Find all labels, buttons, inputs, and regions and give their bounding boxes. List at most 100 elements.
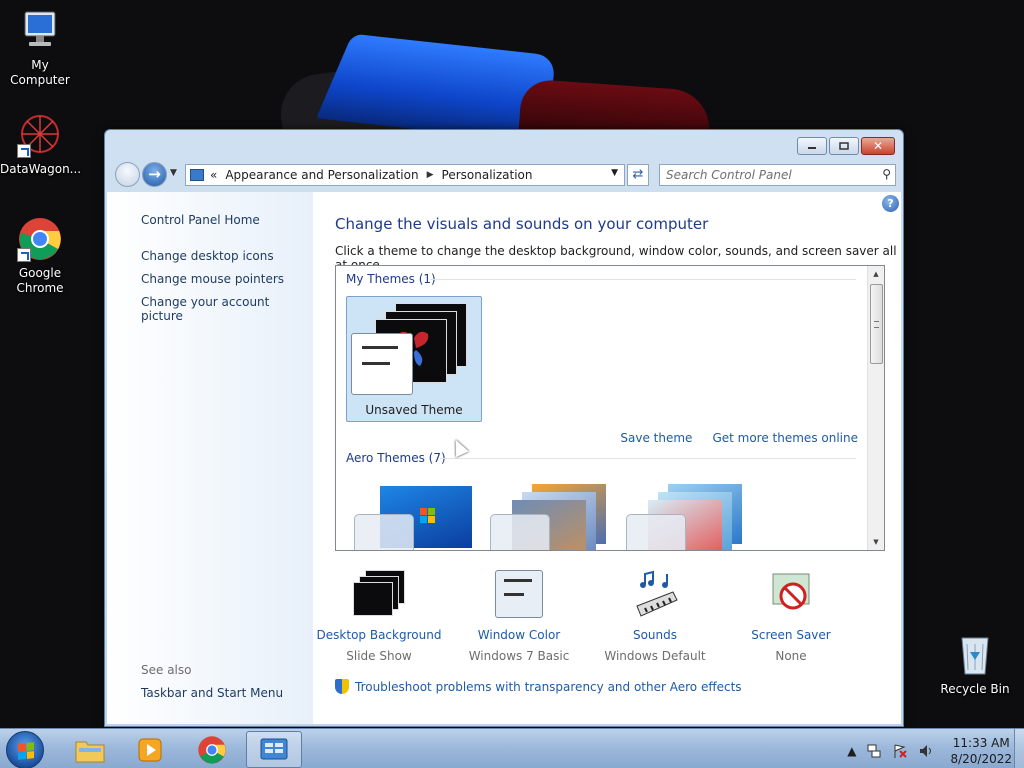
desktop-icon-label: My Computer: [10, 58, 70, 87]
music-keyboard-icon: [636, 570, 678, 617]
clock-time: 11:33 AM: [952, 736, 1010, 750]
group-divider: [440, 458, 856, 459]
theme-list-scrollbar[interactable]: ▲ ▼: [867, 266, 884, 550]
change-account-picture-link[interactable]: Change your account picture: [141, 295, 313, 323]
desktop-background-value: Slide Show: [346, 649, 412, 663]
group-divider: [430, 279, 856, 280]
desktop-icon-recycle-bin[interactable]: Recycle Bin: [935, 632, 1015, 697]
network-icon[interactable]: [866, 743, 882, 759]
my-themes-label: My Themes (1): [346, 272, 436, 286]
desktop-background-item[interactable]: Desktop Background Slide Show: [309, 570, 449, 663]
system-tray: ▲ 11:33 AM 8/20/2022: [847, 735, 1012, 767]
preview-bar: [362, 346, 398, 349]
show-hidden-icons-icon[interactable]: ▲: [847, 744, 856, 758]
scroll-down-icon[interactable]: ▼: [868, 534, 884, 550]
chrome-icon: [198, 735, 226, 764]
preview-bar: [504, 593, 524, 596]
screen-saver-link[interactable]: Screen Saver: [721, 628, 861, 642]
taskbar: ▲ 11:33 AM 8/20/2022: [0, 728, 1024, 768]
taskbar-media-player[interactable]: [122, 731, 178, 768]
scroll-up-icon[interactable]: ▲: [868, 266, 884, 282]
forward-button[interactable]: →: [142, 162, 167, 187]
control-panel-icon: [190, 169, 204, 181]
control-panel-home-link[interactable]: Control Panel Home: [141, 213, 260, 227]
desktop-background-link[interactable]: Desktop Background: [309, 628, 449, 642]
show-desktop-button[interactable]: [1014, 729, 1024, 768]
page-title: Change the visuals and sounds on your co…: [335, 215, 709, 233]
desktop-icon-google-chrome[interactable]: Google Chrome: [0, 216, 80, 296]
save-theme-link[interactable]: Save theme: [620, 431, 692, 445]
window-color-preview: [626, 514, 686, 550]
get-more-themes-link[interactable]: Get more themes online: [712, 431, 858, 445]
theme-tile-unsaved[interactable]: Unsaved Theme: [346, 296, 482, 422]
preview-bar: [362, 362, 390, 365]
change-mouse-pointers-link[interactable]: Change mouse pointers: [141, 272, 284, 286]
clock-date: 8/20/2022: [950, 752, 1012, 766]
desktop-icon-label: Google Chrome: [16, 266, 64, 295]
taskbar-start-menu-link[interactable]: Taskbar and Start Menu: [141, 686, 283, 700]
arrow-right-icon: →: [148, 165, 161, 183]
address-overflow[interactable]: «: [210, 168, 217, 182]
troubleshoot-text[interactable]: Troubleshoot problems with transparency …: [355, 680, 742, 694]
sounds-link[interactable]: Sounds: [585, 628, 725, 642]
taskbar-explorer[interactable]: [62, 731, 118, 768]
search-placeholder: Search Control Panel: [666, 168, 792, 182]
window-color-value: Windows 7 Basic: [468, 649, 570, 663]
aero-theme-characters[interactable]: [622, 484, 752, 550]
see-also-label: See also: [141, 663, 192, 677]
shortcut-arrow-icon: [17, 144, 31, 158]
sounds-icon: [629, 570, 681, 620]
desktop-background-icon: [353, 570, 405, 620]
grip-icon: [874, 321, 879, 328]
sounds-item[interactable]: Sounds Windows Default: [585, 570, 725, 663]
folder-icon: [75, 741, 105, 762]
breadcrumb-personalization[interactable]: Personalization: [442, 168, 533, 182]
address-dropdown-icon[interactable]: ▼: [611, 168, 618, 178]
volume-icon[interactable]: [918, 743, 934, 759]
desktop-icon-datawagon[interactable]: DataWagon...: [0, 112, 81, 177]
control-panel-icon: [260, 738, 288, 759]
aero-theme-windows7[interactable]: [350, 484, 480, 550]
clock[interactable]: 11:33 AM 8/20/2022: [950, 735, 1012, 767]
troubleshoot-aero-link[interactable]: Troubleshoot problems with transparency …: [335, 679, 742, 694]
refresh-icon: ⇄: [632, 167, 644, 182]
shield-icon: [335, 679, 349, 694]
taskbar-control-panel[interactable]: [246, 731, 302, 768]
aero-theme-architecture[interactable]: [486, 484, 616, 550]
computer-icon: [17, 8, 63, 54]
start-button[interactable]: [6, 731, 44, 768]
theme-preview-card: [353, 582, 393, 616]
windows-logo-icon: [18, 742, 34, 760]
window-color-item[interactable]: Window Color Windows 7 Basic: [449, 570, 589, 663]
sounds-value: Windows Default: [604, 649, 706, 663]
navigation-bar: → ▼ « Appearance and Personalization ▶ P…: [113, 162, 896, 188]
minimize-button[interactable]: [797, 137, 827, 155]
search-input[interactable]: Search Control Panel ⚲: [659, 164, 896, 186]
address-bar[interactable]: « Appearance and Personalization ▶ Perso…: [185, 164, 625, 186]
close-button[interactable]: ✕: [861, 137, 895, 155]
back-button[interactable]: [115, 162, 140, 187]
window-color-link[interactable]: Window Color: [449, 628, 589, 642]
change-desktop-icons-link[interactable]: Change desktop icons: [141, 249, 274, 263]
window-color-preview: [354, 514, 414, 550]
desktop-icon-label: Recycle Bin: [940, 682, 1010, 696]
media-player-icon: [138, 738, 162, 761]
breadcrumb-separator-icon[interactable]: ▶: [427, 170, 434, 180]
taskbar-chrome[interactable]: [184, 731, 240, 768]
scrollbar-thumb[interactable]: [870, 284, 883, 364]
screen-saver-item[interactable]: Screen Saver None: [721, 570, 861, 663]
theme-list: My Themes (1) Unsaved Theme Save theme G…: [335, 265, 885, 551]
window-controls: ✕: [795, 137, 895, 155]
action-center-flag-icon[interactable]: [892, 743, 908, 759]
desktop-icon-my-computer[interactable]: My Computer: [0, 8, 80, 88]
minimize-icon: [808, 147, 816, 149]
breadcrumb-appearance[interactable]: Appearance and Personalization: [225, 168, 418, 182]
recent-pages-dropdown[interactable]: ▼: [170, 168, 177, 178]
main-pane: ? Change the visuals and sounds on your …: [313, 192, 901, 724]
maximize-button[interactable]: [829, 137, 859, 155]
window-color-icon: [493, 570, 545, 620]
help-icon[interactable]: ?: [882, 195, 899, 212]
search-icon[interactable]: ⚲: [882, 167, 891, 181]
datawagon-icon: [17, 112, 63, 158]
refresh-button[interactable]: ⇄: [627, 164, 649, 186]
